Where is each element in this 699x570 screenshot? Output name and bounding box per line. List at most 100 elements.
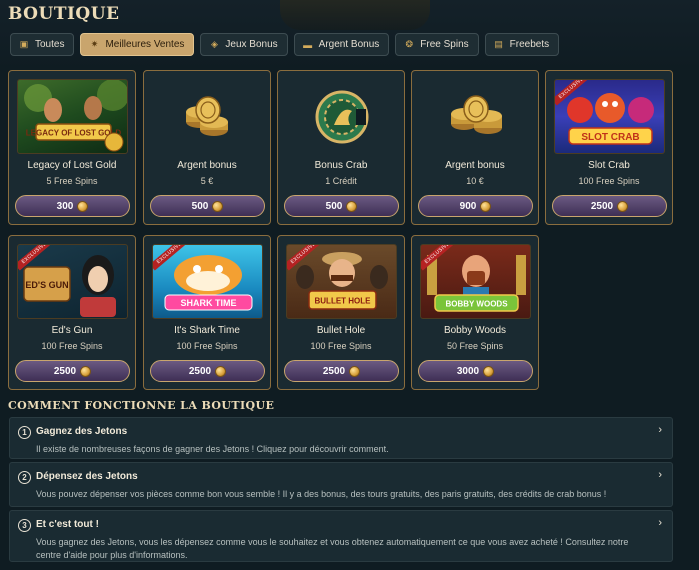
coin-icon <box>346 200 358 212</box>
product-card[interactable]: LEGACY OF LOST GOLD Legacy of Lost Gold … <box>8 70 136 225</box>
ticket-icon: ▤ <box>494 39 503 49</box>
price: 900 <box>459 200 477 212</box>
faq-item-earn[interactable]: 1 Gagnez des Jetons Il existe de nombreu… <box>9 417 673 459</box>
buy-button[interactable]: 500 <box>284 195 399 217</box>
art-text: SLOT CRAB <box>581 132 639 143</box>
tab-freebets[interactable]: ▤ Freebets <box>484 33 560 56</box>
faq-text: Vous gagnez des Jetons, vous les dépense… <box>36 537 629 560</box>
step-number: 2 <box>18 471 31 484</box>
faq-title: Dépensez des Jetons <box>36 471 138 482</box>
crab-chip-art <box>315 90 368 143</box>
buy-button[interactable]: 2500 <box>284 360 399 382</box>
coin-icon <box>212 200 224 212</box>
faq-item-spend[interactable]: 2 Dépensez des Jetons Vous pouvez dépens… <box>9 462 673 507</box>
product-subtitle: 100 Free Spins <box>41 341 103 351</box>
product-card[interactable]: SLOT CRAB EXCLUSIVE Slot Crab 100 Free S… <box>545 70 673 225</box>
shark-time-thumbnail: SHARK TIME EXCLUSIVE <box>152 244 263 319</box>
spin-icon: ❂ <box>405 39 414 49</box>
product-card[interactable]: Argent bonus 10 € 900 <box>411 70 539 225</box>
tab-label: Jeux Bonus <box>225 39 278 50</box>
product-subtitle: 100 Free Spins <box>578 176 640 186</box>
price: 300 <box>56 200 74 212</box>
bullet-hole-thumbnail: BULLET HOLE EXCLUSIVE <box>286 244 397 319</box>
tab-free-spins[interactable]: ❂ Free Spins <box>395 33 479 56</box>
page-title: BOUTIQUE <box>8 4 120 24</box>
gamepad-icon: ◈ <box>210 39 218 49</box>
product-subtitle: 5 € <box>200 176 214 186</box>
buy-button[interactable]: 2500 <box>150 360 265 382</box>
gold-coins-stack-icon <box>152 79 263 154</box>
buy-button[interactable]: 500 <box>150 195 265 217</box>
product-title: Bobby Woods <box>443 325 507 336</box>
price: 2500 <box>590 200 614 212</box>
crab-chip-icon <box>286 79 397 154</box>
faq-item-done[interactable]: 3 Et c'est tout ! Vous gagnez des Jetons… <box>9 510 673 562</box>
buy-button[interactable]: 3000 <box>418 360 533 382</box>
star-icon: ✷ <box>90 39 99 49</box>
price: 2500 <box>53 365 77 377</box>
product-title: Bonus Crab <box>314 160 368 171</box>
tab-label: Meilleures Ventes <box>105 39 185 50</box>
product-subtitle: 5 Free Spins <box>46 176 98 186</box>
price: 2500 <box>188 365 212 377</box>
tab-bonus-money[interactable]: ▬ Argent Bonus <box>293 33 390 56</box>
product-title: Legacy of Lost Gold <box>27 160 117 171</box>
product-subtitle: 100 Free Spins <box>176 341 238 351</box>
buy-button[interactable]: 2500 <box>552 195 667 217</box>
store-icon: ▣ <box>19 39 29 49</box>
art-text: ED'S GUN <box>25 280 68 290</box>
faq-text: Vous pouvez dépenser vos pièces comme bo… <box>36 489 607 499</box>
product-subtitle: 100 Free Spins <box>310 341 372 351</box>
coin-icon <box>483 365 495 377</box>
header-ornament <box>280 0 430 30</box>
faq-title: Et c'est tout ! <box>36 519 99 530</box>
product-subtitle: 1 Crédit <box>325 176 357 186</box>
price: 500 <box>191 200 209 212</box>
category-tabs: ▣ Toutes ✷ Meilleures Ventes ◈ Jeux Bonu… <box>10 33 560 56</box>
buy-button[interactable]: 900 <box>418 195 533 217</box>
faq-text: Il existe de nombreuses façons de gagner… <box>36 444 389 454</box>
price: 3000 <box>456 365 480 377</box>
legacy-of-lost-gold-thumbnail: LEGACY OF LOST GOLD <box>17 79 128 154</box>
tab-all[interactable]: ▣ Toutes <box>10 33 75 56</box>
coin-stack-art <box>450 94 502 134</box>
coin-icon <box>215 365 227 377</box>
how-it-works-title: COMMENT FONCTIONNE LA BOUTIQUE <box>8 399 275 412</box>
product-card[interactable]: BULLET HOLE EXCLUSIVE Bullet Hole 100 Fr… <box>277 235 405 390</box>
product-card[interactable]: SHARK TIME EXCLUSIVE It's Shark Time 100… <box>143 235 271 390</box>
product-title: It's Shark Time <box>174 325 240 336</box>
step-number: 1 <box>18 426 31 439</box>
art-text: SHARK TIME <box>181 298 237 308</box>
product-title: Ed's Gun <box>51 325 93 336</box>
chevron-right-icon: › <box>658 424 662 436</box>
coin-icon <box>349 365 361 377</box>
product-card[interactable]: BOBBY WOODS EXCLUSIVE Bobby Woods 50 Fre… <box>411 235 539 390</box>
price: 500 <box>325 200 343 212</box>
art-text: BULLET HOLE <box>315 297 372 306</box>
bobby-woods-thumbnail: BOBBY WOODS EXCLUSIVE <box>420 244 531 319</box>
coin-icon <box>80 365 92 377</box>
tab-bonus-games[interactable]: ◈ Jeux Bonus <box>200 33 288 56</box>
slot-crab-thumbnail: SLOT CRAB EXCLUSIVE <box>554 79 665 154</box>
eds-gun-thumbnail: ED'S GUN EXCLUSIVE <box>17 244 128 319</box>
money-icon: ▬ <box>303 39 313 50</box>
product-title: Argent bonus <box>177 160 237 171</box>
tab-label: Freebets <box>509 39 550 50</box>
product-card[interactable]: Bonus Crab 1 Crédit 500 <box>277 70 405 225</box>
coin-stack-art <box>185 95 228 136</box>
gold-coins-stack-icon <box>420 79 531 154</box>
buy-button[interactable]: 300 <box>15 195 130 217</box>
tab-label: Argent Bonus <box>318 39 380 50</box>
product-title: Slot Crab <box>588 160 630 171</box>
tab-best-sellers[interactable]: ✷ Meilleures Ventes <box>80 33 195 56</box>
product-card[interactable]: Argent bonus 5 € 500 <box>143 70 271 225</box>
chevron-right-icon: › <box>658 517 662 529</box>
tab-label: Free Spins <box>420 39 469 50</box>
price: 2500 <box>322 365 346 377</box>
product-card[interactable]: ED'S GUN EXCLUSIVE Ed's Gun 100 Free Spi… <box>8 235 136 390</box>
buy-button[interactable]: 2500 <box>15 360 130 382</box>
tab-label: Toutes <box>35 39 65 50</box>
product-title: Bullet Hole <box>316 325 366 336</box>
game-art: LEGACY OF LOST GOLD <box>24 80 127 152</box>
product-subtitle: 50 Free Spins <box>446 341 504 351</box>
